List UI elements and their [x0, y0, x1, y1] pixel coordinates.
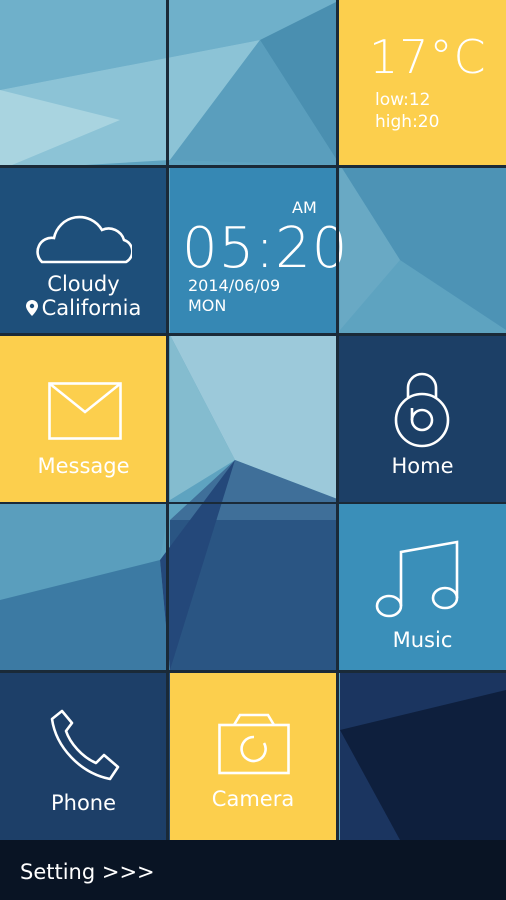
- grid-divider: [336, 0, 339, 840]
- weather-condition-label: Cloudy: [47, 272, 120, 296]
- grid-divider: [0, 165, 506, 168]
- temperature-high: high:20: [375, 112, 440, 132]
- music-note-icon: [375, 540, 459, 618]
- home-label: Home: [391, 454, 454, 478]
- clock-ampm: AM: [292, 198, 317, 217]
- music-label: Music: [392, 628, 453, 652]
- grid-divider: [166, 0, 169, 840]
- location-label: California: [41, 296, 142, 320]
- bottom-bar: Setting >>>: [0, 840, 506, 900]
- phone-label: Phone: [50, 791, 117, 815]
- setting-link[interactable]: Setting >>>: [20, 860, 155, 884]
- camera-label: Camera: [211, 787, 295, 811]
- lock-icon: [394, 372, 450, 448]
- location-pin-icon: [25, 300, 38, 316]
- phone-tile[interactable]: Phone: [0, 673, 167, 840]
- weather-temperature-tile[interactable]: 17°C low:12 high:20: [337, 0, 506, 165]
- camera-icon: [218, 713, 290, 775]
- envelope-icon: [48, 382, 122, 440]
- message-tile[interactable]: Message: [0, 336, 167, 502]
- temperature-value: 17°C: [369, 30, 487, 84]
- grid-divider: [0, 502, 506, 504]
- cloud-icon: [36, 215, 132, 264]
- home-tile[interactable]: Home: [339, 336, 506, 502]
- phone-handset-icon: [50, 709, 120, 781]
- temperature-low: low:12: [375, 90, 431, 110]
- weather-location: California: [0, 296, 167, 320]
- message-label: Message: [37, 454, 130, 478]
- clock-tile[interactable]: AM 05:20 2014/06/09 MON: [170, 168, 347, 333]
- camera-tile[interactable]: Camera: [170, 673, 336, 840]
- music-tile[interactable]: Music: [339, 504, 506, 670]
- grid-divider: [0, 333, 506, 336]
- clock-date: 2014/06/09: [188, 276, 281, 295]
- grid-divider: [0, 670, 506, 673]
- clock-time: 05:20: [182, 216, 349, 281]
- clock-day: MON: [188, 296, 227, 315]
- weather-condition-tile[interactable]: Cloudy California: [0, 168, 167, 333]
